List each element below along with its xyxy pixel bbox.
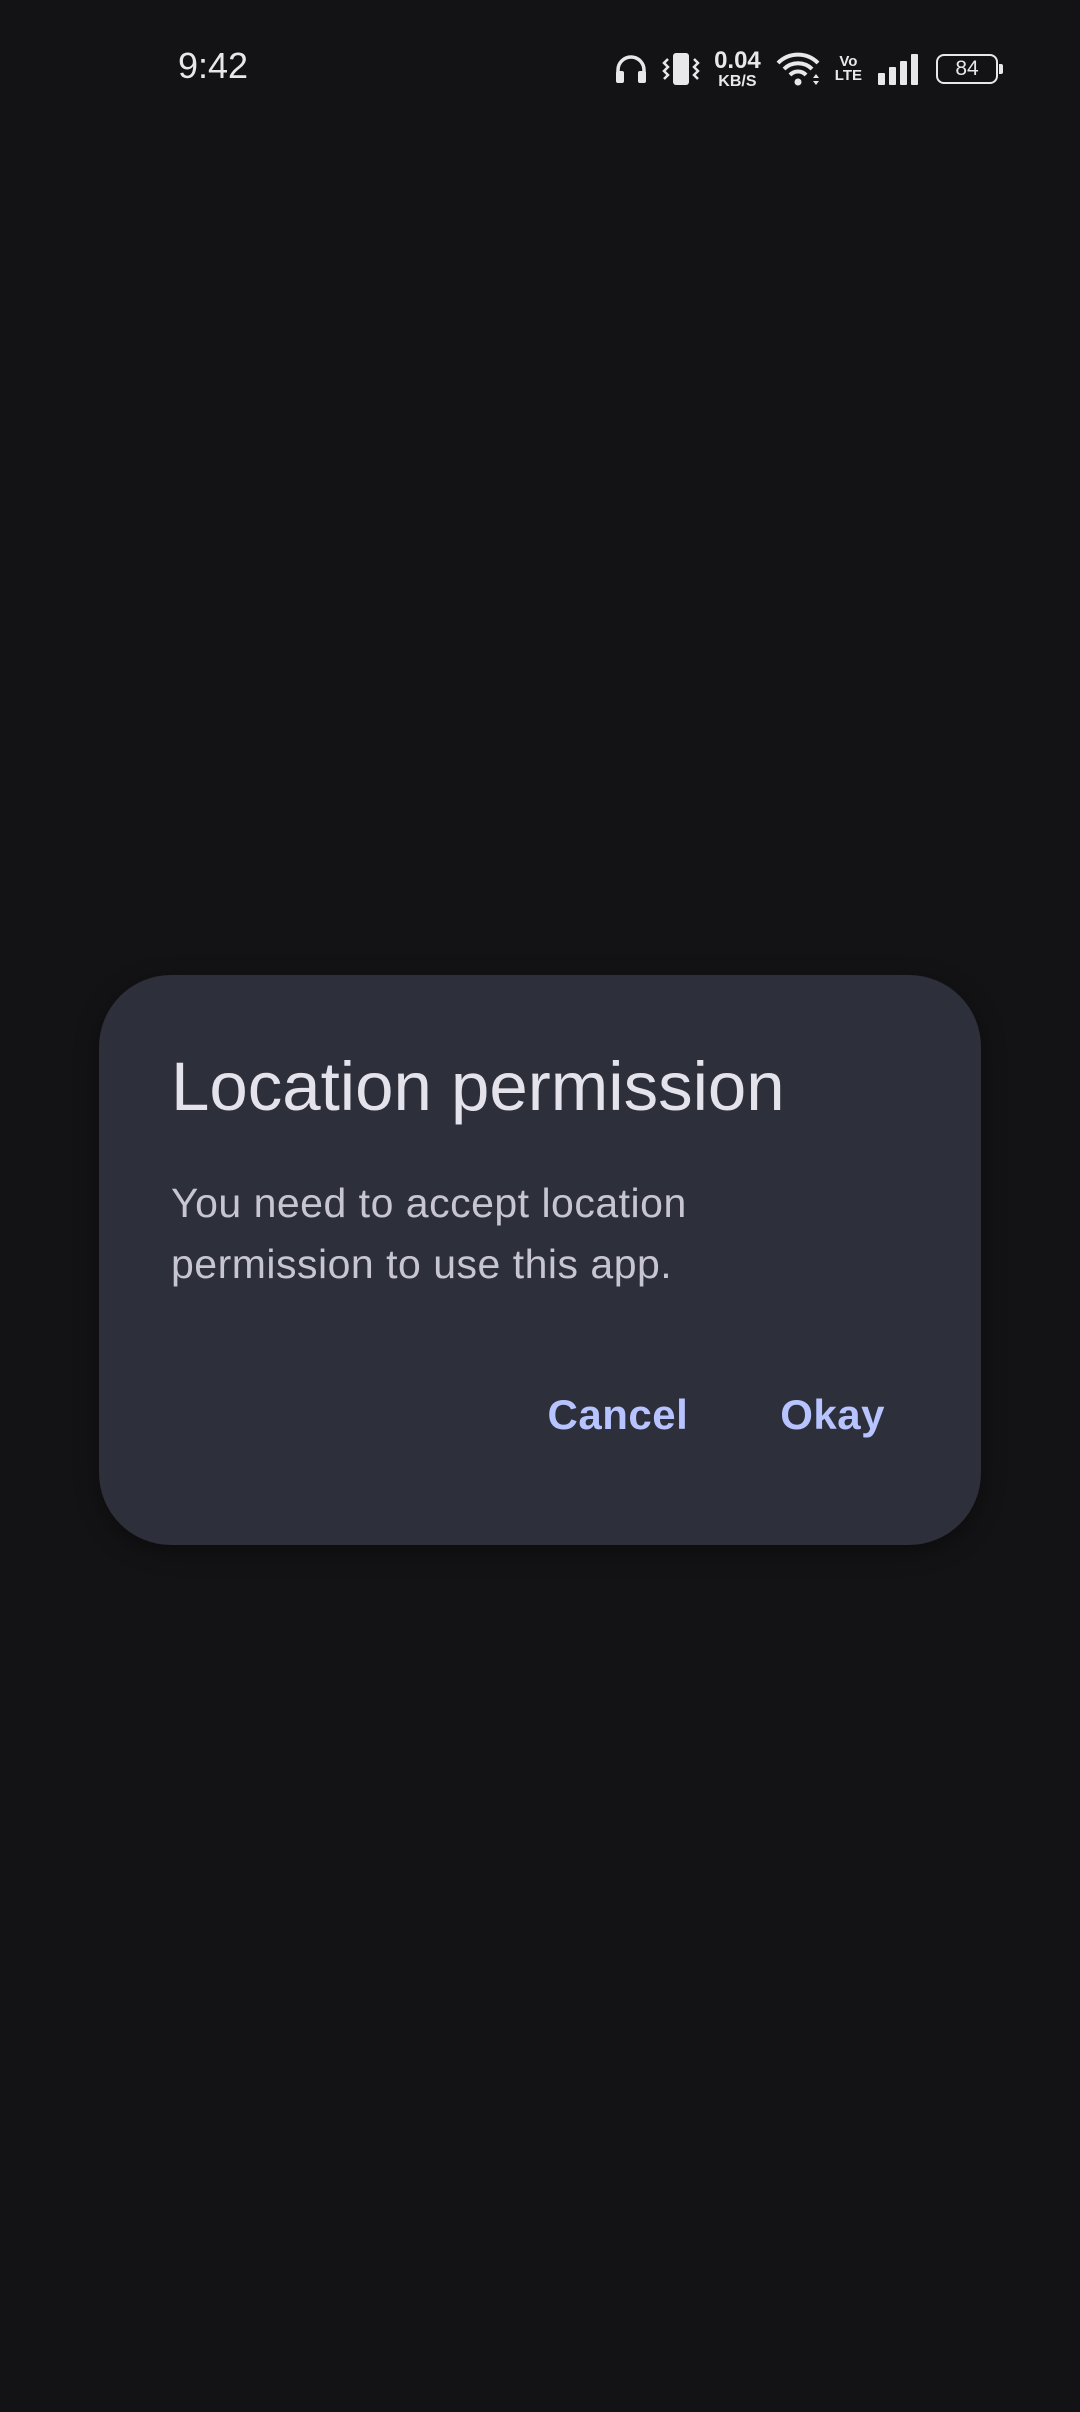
- volte-bottom-label: LTE: [834, 67, 862, 84]
- status-time: 9:42: [178, 45, 249, 86]
- wifi-icon: [775, 51, 821, 87]
- battery-level: 84: [955, 57, 979, 80]
- status-bar: 9:42 0.04 KB/S Vo LTE 84: [0, 0, 1080, 140]
- location-permission-dialog: Location permission You need to accept l…: [99, 975, 981, 1545]
- network-speed-value: 0.04: [714, 46, 761, 74]
- network-speed-unit: KB/S: [718, 72, 757, 90]
- vibrate-icon: [662, 51, 700, 87]
- status-icons: 0.04 KB/S Vo LTE 84: [614, 44, 1004, 94]
- dialog-message: You need to accept location permission t…: [171, 1180, 687, 1287]
- okay-button[interactable]: Okay: [762, 1377, 903, 1453]
- battery-icon: 84: [936, 54, 1003, 84]
- network-speed: 0.04 KB/S: [714, 46, 761, 90]
- headphones-icon: [614, 53, 648, 85]
- cancel-button[interactable]: Cancel: [530, 1377, 707, 1453]
- dialog-title: Location permission: [171, 1048, 785, 1125]
- signal-icon: [876, 53, 922, 85]
- dialog-actions: Cancel Okay: [530, 1377, 903, 1453]
- volte-icon: Vo LTE: [834, 54, 862, 84]
